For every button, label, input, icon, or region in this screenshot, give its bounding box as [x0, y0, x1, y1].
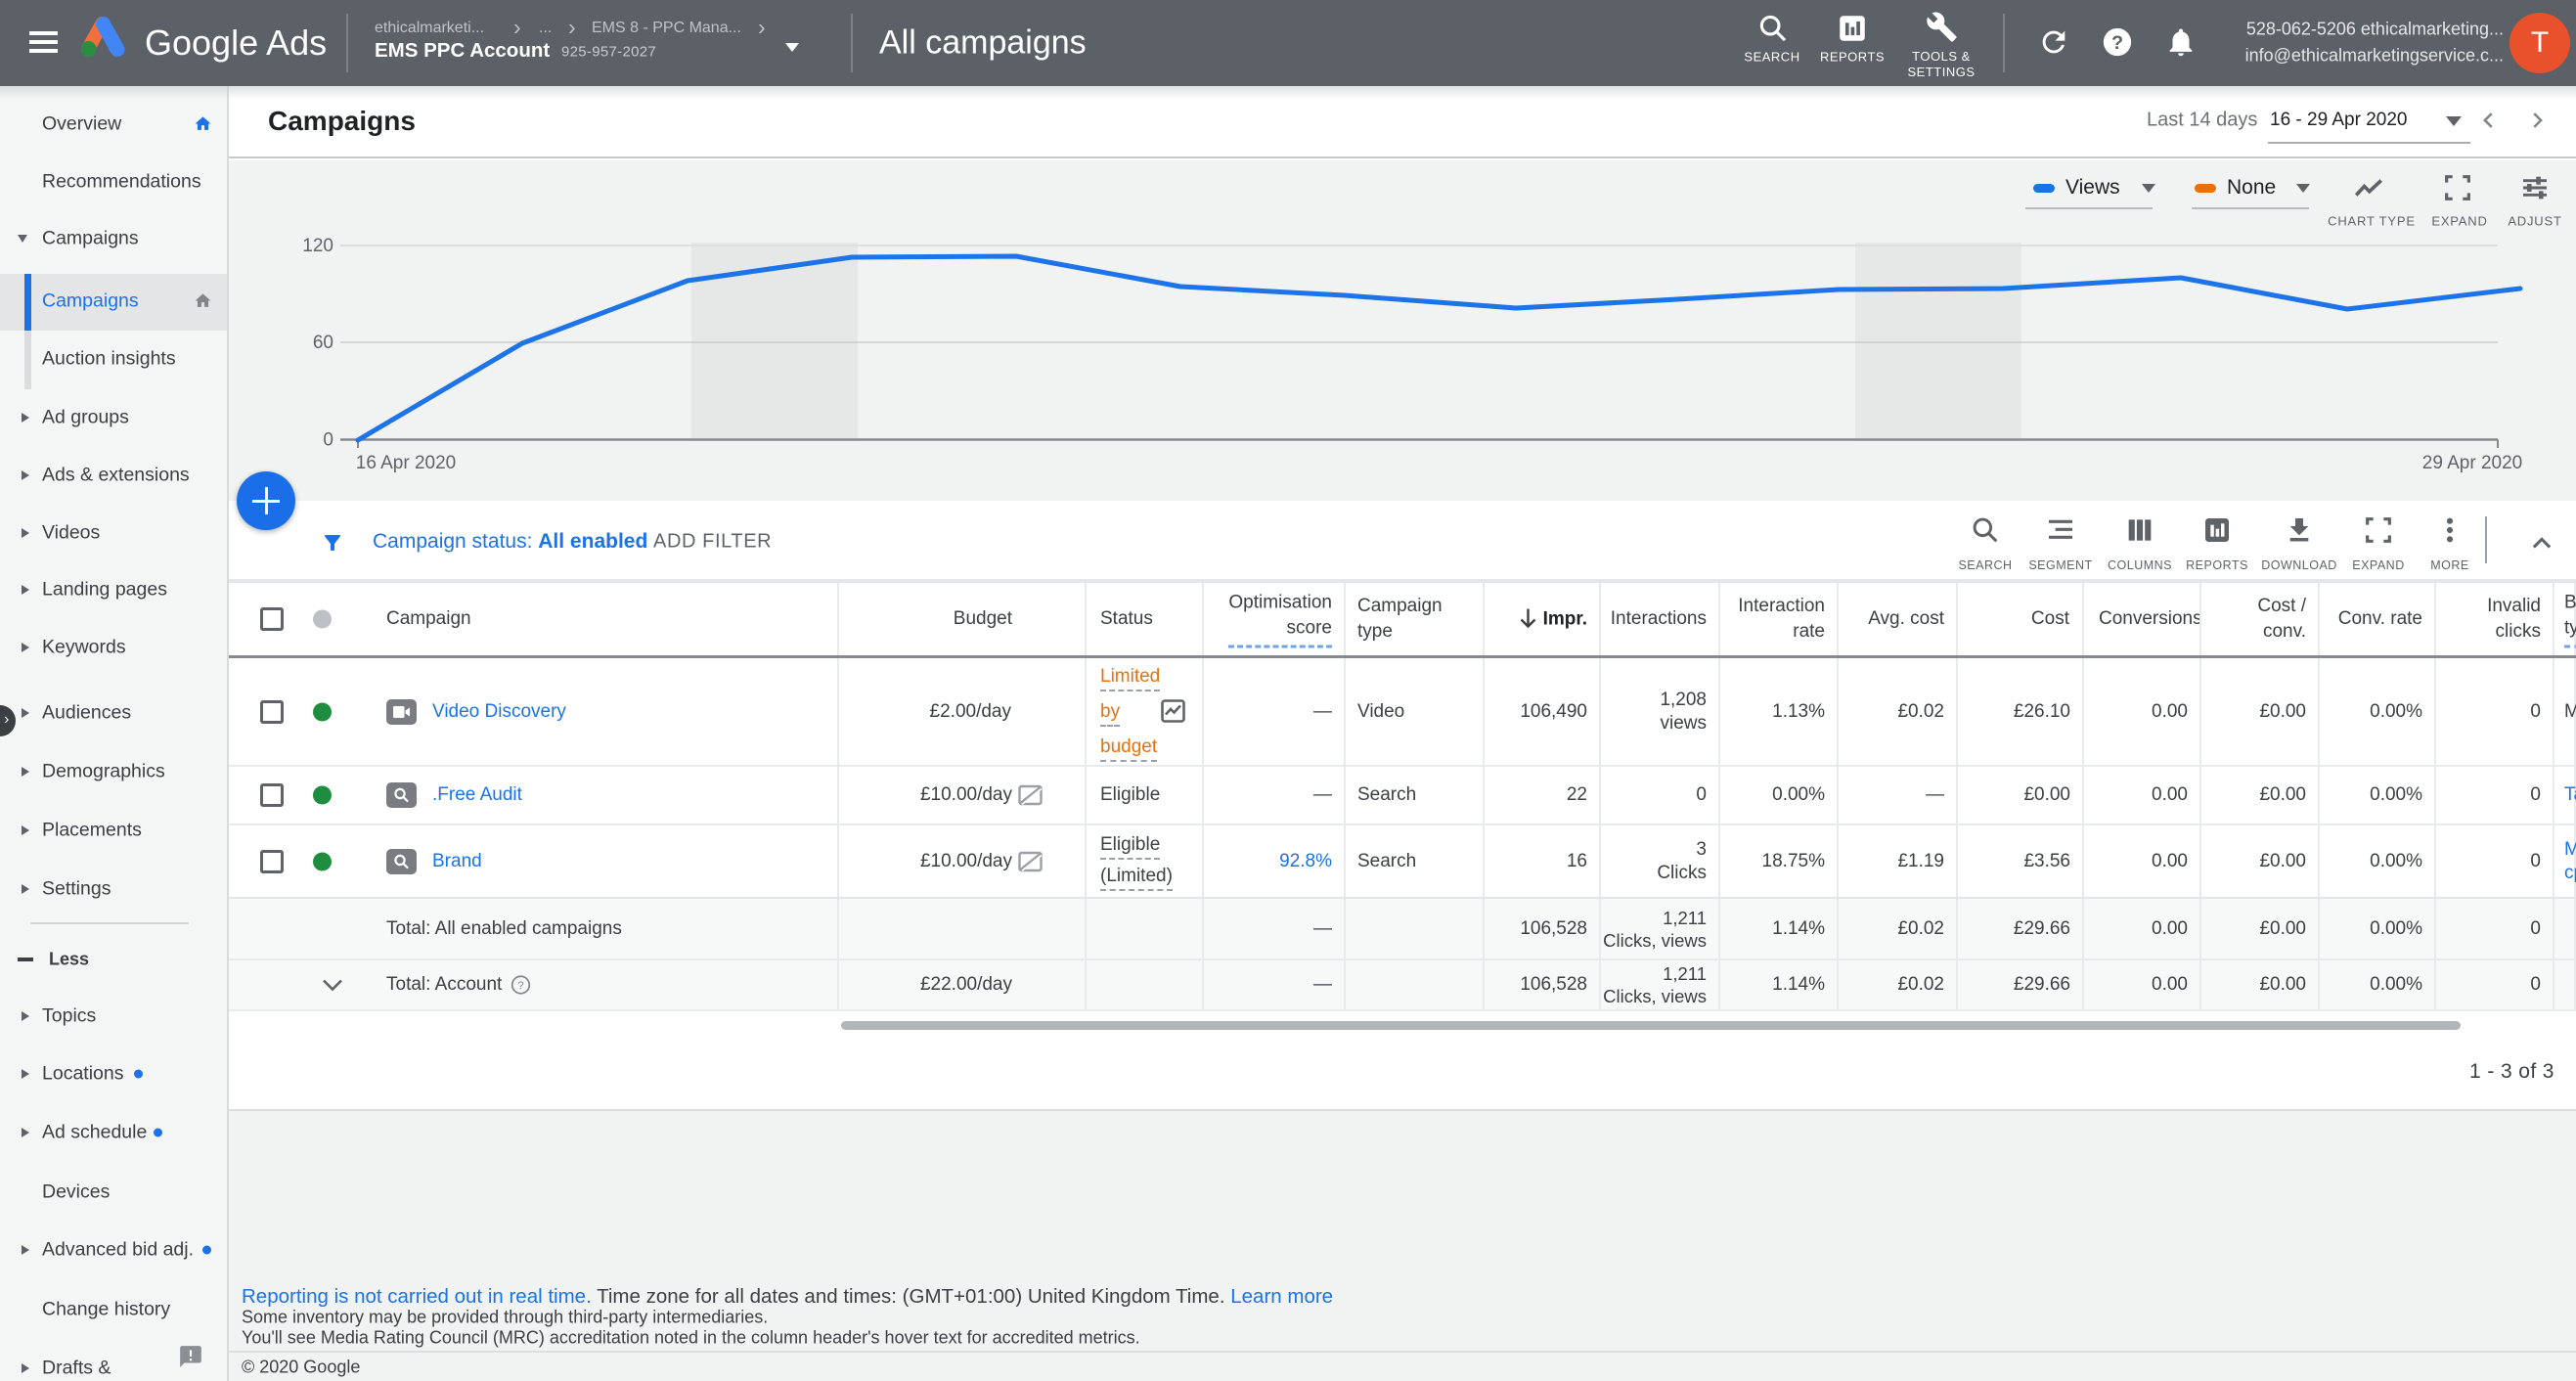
svg-text:60: 60 [313, 333, 333, 353]
svg-text:16 Apr 2020: 16 Apr 2020 [356, 453, 456, 473]
svg-text:120: 120 [302, 236, 333, 256]
svg-text:0: 0 [323, 430, 333, 451]
svg-text:?: ? [517, 980, 523, 992]
svg-text:?: ? [2111, 32, 2123, 54]
svg-text:29 Apr 2020: 29 Apr 2020 [2422, 453, 2522, 473]
